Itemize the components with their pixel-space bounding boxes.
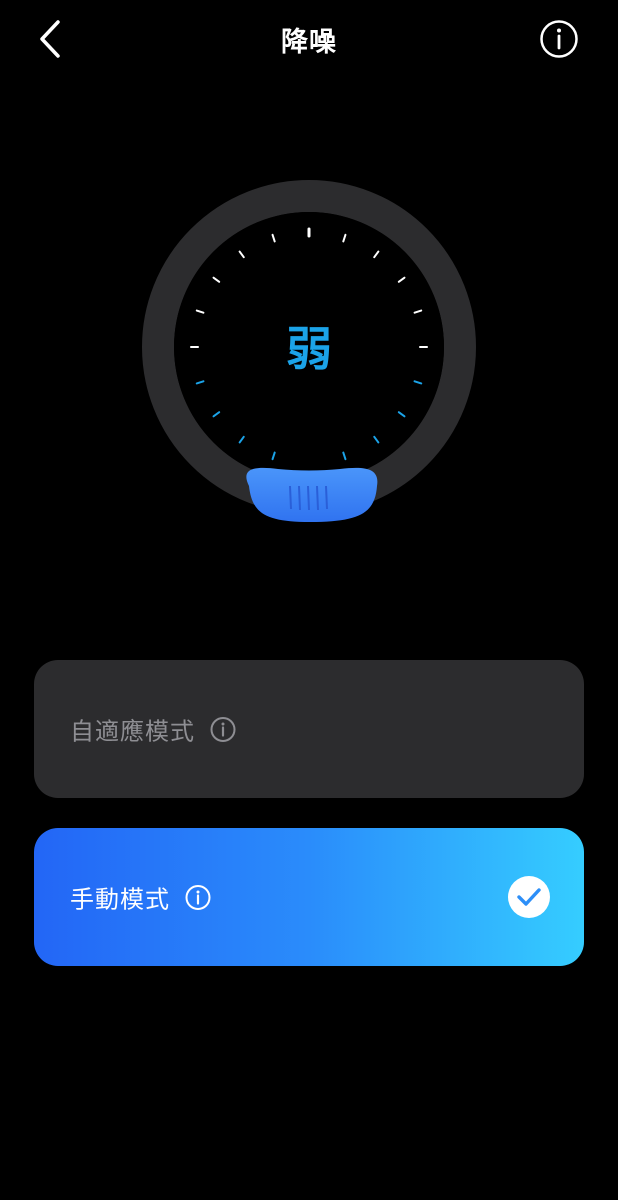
info-circle-icon[interactable] [537,17,581,61]
info-button[interactable] [537,17,581,61]
info-circle-icon[interactable] [184,883,212,911]
manual-mode-option[interactable]: 手動模式 [34,828,584,966]
top-bar: 降噪 [0,0,618,80]
info-circle-icon[interactable] [209,715,237,743]
checkmark-circle-icon [508,876,550,918]
adaptive-mode-option[interactable]: 自適應模式 [34,660,584,798]
page-title: 降噪 [281,27,337,58]
dial-handle[interactable] [246,467,378,522]
manual-mode-label: 手動模式 [70,885,170,914]
noise-level-dial[interactable]: 弱 [130,168,488,526]
noise-level-label: 弱 [286,322,332,376]
adaptive-mode-label: 自適應模式 [70,717,195,746]
